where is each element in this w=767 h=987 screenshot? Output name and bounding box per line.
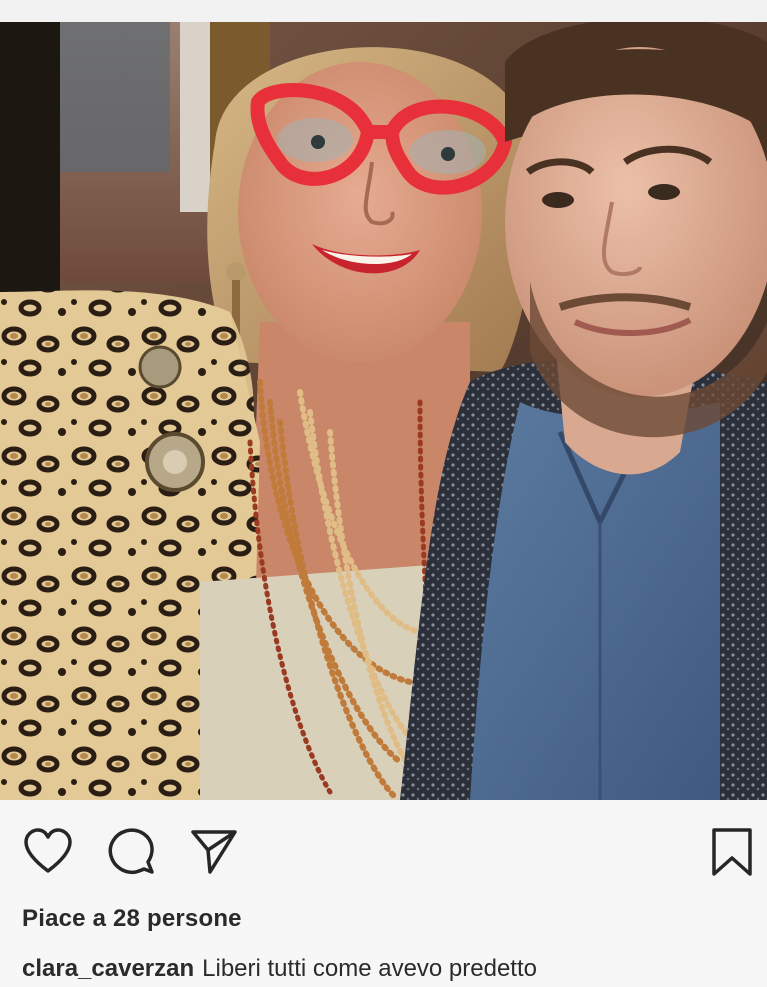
send-icon[interactable]	[188, 826, 240, 878]
caption-text: Liberi tutti come avevo predetto	[202, 955, 537, 982]
caption-row: clara_caverzan Liberi tutti come avevo pr…	[22, 955, 537, 983]
likes-count[interactable]: Piace a 28 persone	[22, 905, 242, 933]
username-link[interactable]: clara_caverzan	[22, 955, 194, 982]
bookmark-icon[interactable]	[706, 826, 758, 878]
post-photo[interactable]	[0, 22, 767, 800]
post-actions	[0, 800, 767, 900]
instagram-post: Piace a 28 persone clara_caverzan Liberi …	[0, 0, 767, 987]
post-top-strip	[0, 0, 767, 22]
photo-illustration	[0, 22, 767, 800]
heart-icon[interactable]	[22, 826, 74, 878]
comment-icon[interactable]	[105, 826, 157, 878]
